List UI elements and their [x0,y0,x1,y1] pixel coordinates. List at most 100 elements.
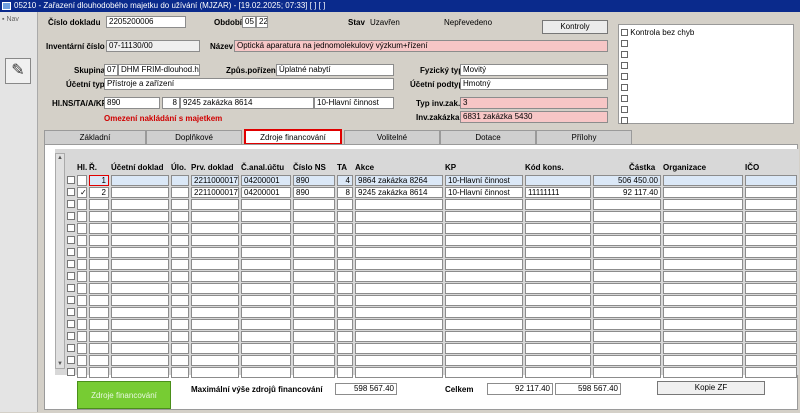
grid-cell-prv[interactable] [191,319,239,330]
grid-cell-kp[interactable] [445,343,523,354]
grid-cell-ico[interactable] [745,343,797,354]
inventarni-field[interactable]: 07-11130/00 [106,40,200,52]
grid-cell-akce[interactable] [355,307,443,318]
grid-cell-ns[interactable] [293,271,335,282]
grid-cell-doklad[interactable] [111,247,169,258]
grid-cell-anal[interactable] [241,319,291,330]
checkbox[interactable] [621,51,628,59]
grid-cell-r[interactable] [89,283,109,294]
grid-cell-org[interactable] [663,235,743,246]
inv-zakazka-field[interactable]: 6831 zakázka 5430 [460,111,608,123]
grid-cell-r[interactable] [89,271,109,282]
grid-cell-ulo[interactable] [171,271,189,282]
grid-cell-ico[interactable] [745,295,797,306]
grid-cell-anal[interactable] [241,211,291,222]
grid-cell-org[interactable] [663,259,743,270]
grid-cell-ta[interactable] [337,343,353,354]
grid-cell-ta[interactable] [337,307,353,318]
grid-cell-anal[interactable] [241,247,291,258]
grid-cell-prv[interactable] [191,223,239,234]
grid-cell-ico[interactable] [745,271,797,282]
grid-cell-castka[interactable] [593,343,661,354]
grid-cell-kod[interactable] [525,223,591,234]
grid-cell-castka[interactable] [593,235,661,246]
grid-cell-ta[interactable]: 4 [337,175,353,186]
grid-cell-ta[interactable]: 8 [337,187,353,198]
grid-cell-ulo[interactable] [171,211,189,222]
grid-cell-hl[interactable] [77,223,87,234]
grid-cell-anal[interactable]: 04200001 [241,175,291,186]
grid-cell-anal[interactable]: 04200001 [241,187,291,198]
grid-cell-akce[interactable] [355,247,443,258]
grid-cell-org[interactable] [663,343,743,354]
grid-cell-ta[interactable] [337,199,353,210]
akce-field[interactable]: 9245 zakázka 8614 [180,97,314,109]
grid-cell-anal[interactable] [241,307,291,318]
tab-dotace[interactable]: Dotace [440,130,536,144]
grid-cell-org[interactable] [663,355,743,366]
grid-cell-org[interactable] [663,175,743,186]
grid-cell-ulo[interactable] [171,247,189,258]
grid-cell-ulo[interactable] [171,235,189,246]
grid-cell-anal[interactable] [241,259,291,270]
grid-scrollbar[interactable]: ▲ ▼ [55,153,65,369]
grid-cell-kp[interactable]: 10-Hlavní činnost [445,187,523,198]
grid-cell-hl[interactable] [77,307,87,318]
row-selector[interactable] [67,308,75,316]
grid-cell-ns[interactable] [293,259,335,270]
ta-field[interactable]: 8 [162,97,180,109]
grid-cell-org[interactable] [663,295,743,306]
grid-cell-org[interactable] [663,211,743,222]
grid-cell-ns[interactable] [293,247,335,258]
grid-cell-ico[interactable] [745,355,797,366]
grid-cell-ulo[interactable] [171,259,189,270]
kontrola-row[interactable] [621,72,628,82]
grid-cell-prv[interactable] [191,355,239,366]
tab-zdroje-financovani[interactable]: Zdroje financování [244,129,342,145]
kontrola-row[interactable] [621,83,628,93]
checkbox[interactable] [621,29,628,37]
grid-cell-anal[interactable] [241,355,291,366]
grid-cell-ico[interactable] [745,307,797,318]
grid-cell-kp[interactable] [445,283,523,294]
grid-cell-prv[interactable]: 2211000017 [191,187,239,198]
checkbox[interactable] [621,84,628,92]
grid-cell-prv[interactable]: 2211000017 [191,175,239,186]
grid-cell-ta[interactable] [337,295,353,306]
grid-cell-ulo[interactable] [171,343,189,354]
grid-cell-akce[interactable] [355,343,443,354]
grid-cell-prv[interactable] [191,199,239,210]
grid-cell-castka[interactable] [593,331,661,342]
grid-cell-ico[interactable] [745,283,797,294]
row-selector[interactable] [67,332,75,340]
grid-cell-r[interactable] [89,211,109,222]
grid-cell-ulo[interactable] [171,187,189,198]
zdroje-financovani-button[interactable]: Zdroje financování [77,381,171,409]
grid-cell-hl[interactable] [77,259,87,270]
tab-volitelne[interactable]: Volitelné [344,130,440,144]
eraser-icon[interactable]: ✎ [5,58,31,84]
grid-cell-prv[interactable] [191,295,239,306]
grid-cell-akce[interactable] [355,283,443,294]
grid-cell-r[interactable] [89,247,109,258]
grid-cell-kp[interactable] [445,271,523,282]
grid-cell-ico[interactable] [745,235,797,246]
grid-cell-ulo[interactable] [171,307,189,318]
grid-cell-kod[interactable] [525,271,591,282]
grid-cell-hl[interactable] [77,211,87,222]
grid-cell-prv[interactable] [191,247,239,258]
grid-cell-ulo[interactable] [171,355,189,366]
grid-cell-doklad[interactable] [111,199,169,210]
grid-cell-akce[interactable] [355,259,443,270]
grid-cell-ulo[interactable] [171,175,189,186]
row-selector[interactable] [67,236,75,244]
grid-cell-ns[interactable] [293,295,335,306]
grid-cell-org[interactable] [663,307,743,318]
grid-cell-org[interactable] [663,271,743,282]
grid-cell-prv[interactable] [191,271,239,282]
grid-cell-kod[interactable] [525,235,591,246]
row-selector[interactable] [67,320,75,328]
grid-cell-prv[interactable] [191,259,239,270]
grid-cell-ns[interactable] [293,319,335,330]
grid-cell-r[interactable] [89,307,109,318]
